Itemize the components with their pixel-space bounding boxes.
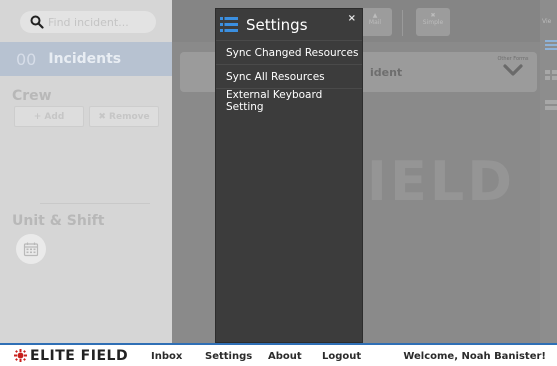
- view-sidebar: Vie: [540, 0, 557, 343]
- tile-view-icon[interactable]: [545, 100, 557, 110]
- settings-menu-title: Settings: [246, 15, 308, 34]
- section-divider: [40, 203, 150, 204]
- toolbar-separator: [402, 10, 403, 36]
- tray-icon: ▲: [372, 12, 378, 19]
- toolbar-mail-label: Mail: [368, 19, 382, 26]
- unit-shift-title: Unit & Shift: [12, 213, 105, 229]
- nav-logout[interactable]: Logout: [322, 351, 361, 362]
- menu-item-sync-all-resources[interactable]: Sync All Resources: [216, 64, 362, 88]
- other-forms-button[interactable]: Other Forms: [495, 56, 531, 76]
- remove-crew-button[interactable]: ✖ Remove: [89, 106, 159, 127]
- chevron-down-icon: [503, 64, 523, 76]
- calendar-icon: [23, 242, 39, 257]
- nav-about[interactable]: About: [268, 351, 302, 362]
- add-crew-button[interactable]: + Add: [14, 106, 84, 127]
- close-icon[interactable]: ×: [348, 13, 356, 24]
- grid-view-icon[interactable]: [545, 70, 557, 80]
- toolbar-simple-label: Simple: [422, 19, 444, 26]
- incident-search[interactable]: [20, 11, 156, 33]
- footer-nav: ELITE FIELD Inbox Settings About Logout …: [0, 343, 557, 366]
- menu-item-sync-changed-resources[interactable]: Sync Changed Resources: [216, 40, 362, 64]
- close-icon: ✖: [430, 12, 436, 19]
- incidents-header[interactable]: 00 Incidents: [0, 42, 172, 76]
- hamburger-menu-icon: [220, 17, 238, 32]
- incident-panel-title: ident: [370, 66, 403, 79]
- nav-settings[interactable]: Settings: [205, 351, 252, 362]
- incidents-label: Incidents: [48, 51, 122, 67]
- other-forms-label: Other Forms: [497, 56, 529, 62]
- search-icon: [30, 15, 44, 29]
- list-view-icon[interactable]: [545, 40, 557, 50]
- toolbar-simple-button[interactable]: ✖ Simple: [416, 8, 450, 36]
- toolbar-mail-button[interactable]: ▲ Mail: [358, 8, 392, 36]
- unit-shift-calendar-button[interactable]: [16, 234, 46, 264]
- incident-count: 00: [16, 49, 37, 69]
- crew-title: Crew: [12, 88, 52, 104]
- search-input[interactable]: [48, 15, 148, 29]
- view-label: Vie: [542, 18, 552, 25]
- menu-item-external-keyboard-setting[interactable]: External Keyboard Setting: [216, 88, 362, 113]
- elite-field-logo: ELITE FIELD: [14, 348, 128, 364]
- flame-icon: [14, 349, 27, 362]
- welcome-message: Welcome, Noah Banister!: [403, 351, 546, 362]
- incident-sidebar: 00 Incidents Crew + Add ✖ Remove Unit & …: [0, 0, 172, 343]
- brand-name: ELITE FIELD: [30, 347, 129, 364]
- settings-menu-header: Settings ×: [216, 9, 362, 40]
- settings-menu: Settings × Sync Changed Resources Sync A…: [215, 8, 363, 343]
- nav-inbox[interactable]: Inbox: [151, 351, 182, 362]
